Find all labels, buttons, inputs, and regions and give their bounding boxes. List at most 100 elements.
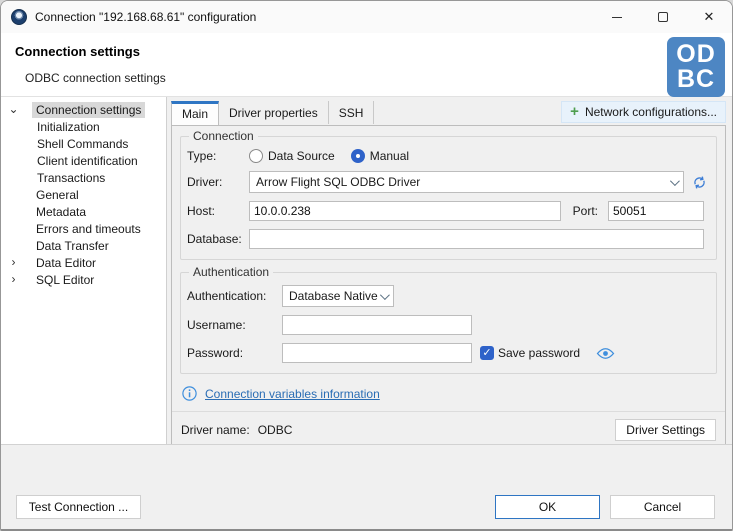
network-configurations-label: Network configurations... [585, 105, 717, 119]
save-password-label[interactable]: Save password [498, 346, 580, 360]
page-title: Connection settings [15, 44, 732, 59]
driver-name-label: Driver name: [181, 423, 250, 437]
username-label: Username: [187, 318, 282, 332]
authentication-group: Authentication Authentication: Database … [180, 272, 717, 374]
port-label: Port: [573, 204, 598, 218]
tree-item-label: Initialization [37, 120, 100, 134]
dbeaver-app-icon [11, 9, 27, 25]
authentication-label: Authentication: [187, 289, 282, 303]
chevron-down-icon [670, 176, 680, 186]
tree-item-label: Errors and timeouts [36, 222, 141, 236]
refresh-icon [691, 174, 708, 191]
driver-name-value: ODBC [258, 423, 293, 437]
chevron-down-icon[interactable]: ⌄ [7, 103, 20, 116]
tree-item-data-transfer[interactable]: Data Transfer [1, 237, 166, 254]
chevron-down-icon [380, 290, 390, 300]
test-connection-button[interactable]: Test Connection ... [16, 495, 141, 519]
window-title: Connection "192.168.68.61" configuration [35, 10, 256, 24]
port-input[interactable] [608, 201, 704, 221]
type-label: Type: [187, 149, 249, 163]
save-password-checkbox[interactable] [480, 346, 494, 360]
tab-main[interactable]: Main [171, 101, 219, 125]
dialog-body: ⌄ Connection settings Initialization She… [1, 97, 732, 444]
chevron-right-icon[interactable]: › [7, 273, 20, 286]
maximize-button[interactable] [640, 1, 686, 33]
tree-item-transactions[interactable]: Transactions [1, 169, 166, 186]
authentication-group-legend: Authentication [189, 265, 273, 279]
username-input[interactable] [282, 315, 472, 335]
tabbar: Main Driver properties SSH + Network con… [171, 101, 726, 125]
tree-item-label: Data Transfer [36, 239, 109, 253]
dialog-footer: Test Connection ... OK Cancel [1, 444, 732, 530]
tab-driver-properties[interactable]: Driver properties [219, 101, 329, 124]
main-tab-panel: Connection Type: Data Source Manual Driv… [171, 125, 726, 449]
refresh-drivers-button[interactable] [691, 174, 708, 191]
tree-item-metadata[interactable]: Metadata [1, 203, 166, 220]
database-input[interactable] [249, 229, 704, 249]
show-password-button[interactable] [596, 347, 615, 360]
tree-item-label: Shell Commands [37, 137, 128, 151]
settings-content: Main Driver properties SSH + Network con… [167, 97, 732, 444]
titlebar: Connection "192.168.68.61" configuration… [1, 1, 732, 33]
tree-item-initialization[interactable]: Initialization [1, 118, 166, 135]
window-controls: ✕ [594, 1, 732, 33]
database-label: Database: [187, 232, 249, 246]
host-input[interactable] [249, 201, 561, 221]
radio-data-source[interactable] [249, 149, 263, 163]
tree-item-label: Data Editor [36, 256, 96, 270]
type-row: Type: Data Source Manual [187, 149, 708, 163]
page-subtitle: ODBC connection settings [25, 71, 732, 85]
password-label: Password: [187, 346, 282, 360]
tree-item-label: General [36, 188, 79, 202]
radio-manual[interactable] [351, 149, 365, 163]
eye-icon [596, 347, 615, 360]
tree-item-label: Transactions [37, 171, 105, 185]
connection-variables-row: Connection variables information [182, 386, 717, 401]
dialog-header: Connection settings ODBC connection sett… [1, 33, 732, 97]
cancel-button[interactable]: Cancel [610, 495, 715, 519]
tab-ssh[interactable]: SSH [329, 101, 375, 124]
minimize-button[interactable] [594, 1, 640, 33]
ok-button[interactable]: OK [495, 495, 600, 519]
tree-item-label: SQL Editor [36, 273, 94, 287]
authentication-row: Authentication: Database Native [187, 285, 708, 307]
driver-select[interactable]: Arrow Flight SQL ODBC Driver [249, 171, 684, 193]
tree-item-shell-commands[interactable]: Shell Commands [1, 135, 166, 152]
driver-settings-button[interactable]: Driver Settings [615, 419, 716, 441]
database-row: Database: [187, 229, 708, 249]
connection-variables-link[interactable]: Connection variables information [205, 387, 380, 401]
odbc-logo: OD BC [667, 37, 725, 97]
driver-label: Driver: [187, 175, 249, 189]
manual-label[interactable]: Manual [370, 149, 409, 163]
tree-item-general[interactable]: General [1, 186, 166, 203]
driver-select-value: Arrow Flight SQL ODBC Driver [256, 175, 420, 189]
info-icon [182, 386, 197, 401]
plus-icon: + [570, 106, 579, 118]
close-icon: ✕ [704, 9, 715, 25]
minimize-icon [612, 17, 622, 18]
driver-row: Driver: Arrow Flight SQL ODBC Driver [187, 171, 708, 193]
tree-item-label: Connection settings [32, 102, 145, 118]
driver-name-bar: Driver name: ODBC Driver Settings [172, 411, 725, 448]
connection-configuration-dialog: Connection "192.168.68.61" configuration… [0, 0, 733, 531]
data-source-label[interactable]: Data Source [268, 149, 335, 163]
close-button[interactable]: ✕ [686, 1, 732, 33]
password-input[interactable] [282, 343, 472, 363]
authentication-select-value: Database Native [289, 289, 378, 303]
odbc-logo-line2: BC [677, 67, 715, 92]
tree-item-data-editor[interactable]: › Data Editor [1, 254, 166, 271]
network-configurations-button[interactable]: + Network configurations... [561, 101, 726, 123]
tree-item-errors-and-timeouts[interactable]: Errors and timeouts [1, 220, 166, 237]
authentication-select[interactable]: Database Native [282, 285, 394, 307]
tree-item-label: Metadata [36, 205, 86, 219]
host-row: Host: Port: [187, 201, 708, 221]
connection-group: Connection Type: Data Source Manual Driv… [180, 136, 717, 260]
tree-item-client-identification[interactable]: Client identification [1, 152, 166, 169]
connection-group-legend: Connection [189, 129, 258, 143]
host-label: Host: [187, 204, 249, 218]
chevron-right-icon[interactable]: › [7, 256, 20, 269]
password-row: Password: Save password [187, 343, 708, 363]
tree-item-connection-settings[interactable]: ⌄ Connection settings [1, 101, 166, 118]
tree-item-label: Client identification [37, 154, 138, 168]
tree-item-sql-editor[interactable]: › SQL Editor [1, 271, 166, 288]
